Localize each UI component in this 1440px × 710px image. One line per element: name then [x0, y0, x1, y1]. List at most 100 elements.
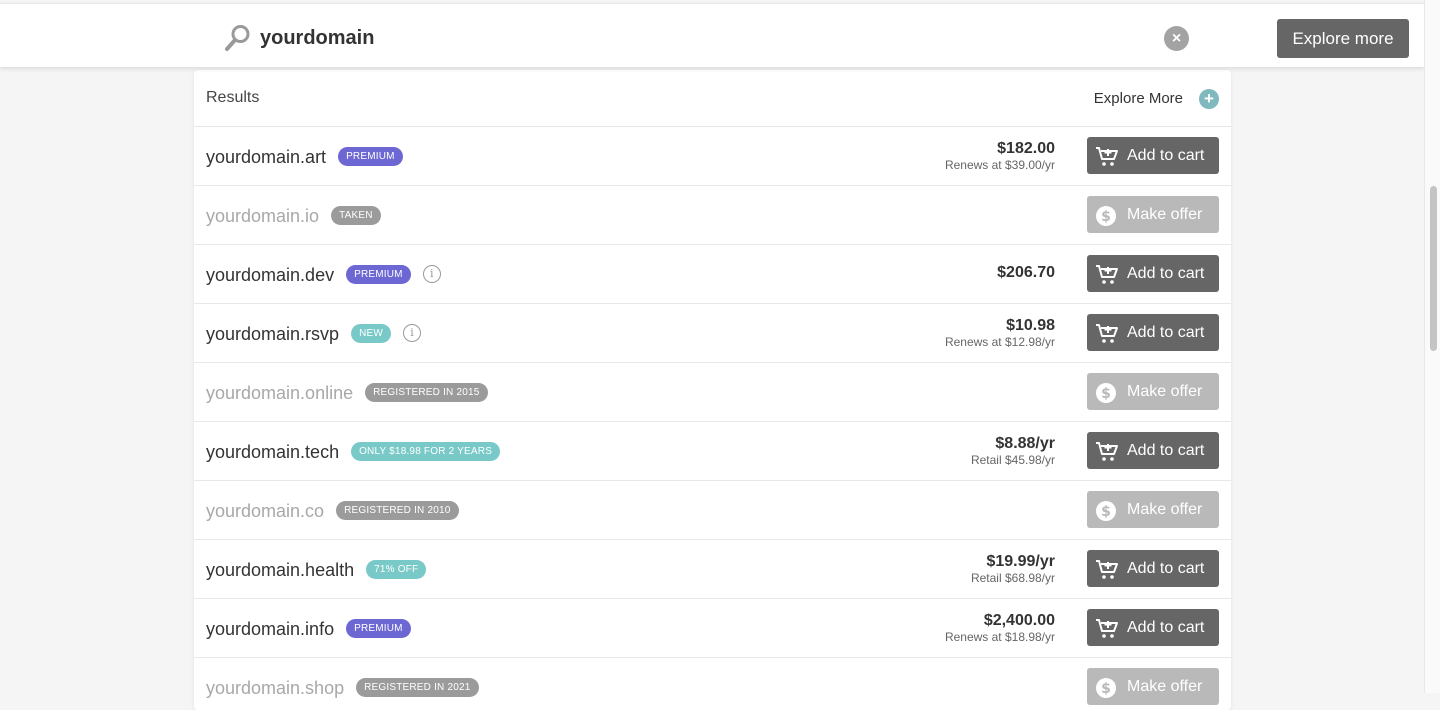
price-subtext: Retail $68.98/yr	[970, 571, 1055, 585]
domain-label: yourdomain.health	[206, 560, 355, 580]
svg-text:$: $	[1101, 209, 1111, 225]
price: $206.70	[997, 264, 1055, 281]
button-label: Add to cart	[1127, 560, 1205, 577]
status-badge: PREMIUM	[346, 618, 411, 638]
domain-row: yourdomain.online REGISTERED IN 2015 $ Make…	[194, 363, 1231, 422]
explore-more-button[interactable]: Explore more	[1277, 19, 1409, 58]
domain-label: yourdomain.dev	[206, 265, 335, 285]
domain-name[interactable]: yourdomain.dev PREMIUM i	[206, 264, 441, 286]
price-subtext: Renews at $39.00/yr	[944, 158, 1055, 172]
button-label: Make offer	[1127, 383, 1203, 400]
button-label: Add to cart	[1127, 265, 1205, 282]
domain-row: yourdomain.info PREMIUM $2,400.00 Renews at…	[194, 599, 1231, 658]
price: $2,400.00	[983, 612, 1055, 629]
status-badge: REGISTERED IN 2015	[365, 382, 488, 402]
scrollbar[interactable]	[1424, 0, 1440, 693]
results-title: Results	[206, 89, 260, 106]
price-block: $2,400.00 Renews at $18.98/yr	[945, 612, 1055, 645]
price-subtext: Renews at $18.98/yr	[944, 630, 1055, 644]
domain-row: yourdomain.tech ONLY $18.98 FOR 2 YEARS $8…	[194, 422, 1231, 481]
domain-row: yourdomain.health 71% OFF $19.99/yr Retail …	[194, 540, 1231, 599]
info-icon[interactable]: i	[422, 265, 441, 284]
price-block: $8.88/yr Retail $45.98/yr	[971, 435, 1055, 468]
dollar-coin-icon: $	[1095, 499, 1119, 521]
status-badge: 71% OFF	[366, 559, 427, 579]
results-panel: Results Explore More + yourdomain.art PRE…	[194, 70, 1231, 710]
price-subtext: Retail $45.98/yr	[970, 453, 1055, 467]
domain-name[interactable]: yourdomain.co REGISTERED IN 2010	[206, 500, 459, 522]
add-to-cart-button[interactable]: Add to cart	[1087, 550, 1219, 587]
domain-name[interactable]: yourdomain.online REGISTERED IN 2015	[206, 382, 488, 404]
button-label: Add to cart	[1127, 442, 1205, 459]
price-block: $10.98 Renews at $12.98/yr	[945, 317, 1055, 350]
cart-icon	[1095, 322, 1119, 344]
scrollbar-thumb[interactable]	[1430, 186, 1437, 351]
domain-label: yourdomain.tech	[206, 442, 340, 462]
domain-name[interactable]: yourdomain.shop REGISTERED IN 2021	[206, 677, 479, 699]
info-icon[interactable]: i	[403, 324, 421, 343]
make-offer-button[interactable]: $ Make offer	[1087, 668, 1219, 705]
domain-label: yourdomain.co	[206, 501, 325, 521]
price-block: $19.99/yr Retail $68.98/yr	[971, 553, 1055, 586]
domain-row: yourdomain.rsvp NEW i $10.98 Renews at $12.9…	[194, 304, 1231, 363]
price-subtext: Renews at $12.98/yr	[944, 335, 1055, 349]
svg-text:$: $	[1101, 504, 1111, 520]
make-offer-button[interactable]: $ Make offer	[1087, 491, 1219, 528]
plus-circle-icon[interactable]: +	[1199, 89, 1219, 109]
domain-row: yourdomain.art PREMIUM $182.00 Renews at $3…	[194, 127, 1231, 186]
price: $8.88/yr	[995, 435, 1055, 452]
make-offer-button[interactable]: $ Make offer	[1087, 373, 1219, 410]
status-badge: PREMIUM	[346, 264, 411, 284]
price: $19.99/yr	[986, 553, 1055, 570]
domain-name[interactable]: yourdomain.rsvp NEW i	[206, 323, 421, 345]
price: $10.98	[1006, 317, 1055, 334]
dollar-coin-icon: $	[1095, 676, 1119, 698]
button-label: Add to cart	[1127, 147, 1205, 164]
domain-label: yourdomain.shop	[206, 678, 345, 698]
svg-text:$: $	[1101, 681, 1111, 697]
cart-icon	[1095, 145, 1119, 167]
clear-search-button[interactable]: ×	[1164, 26, 1189, 51]
domain-name[interactable]: yourdomain.tech ONLY $18.98 FOR 2 YEARS	[206, 441, 501, 463]
cart-icon	[1095, 617, 1119, 639]
add-to-cart-button[interactable]: Add to cart	[1087, 255, 1219, 292]
cart-icon	[1095, 263, 1119, 285]
domain-label: yourdomain.info	[206, 619, 335, 639]
cart-icon	[1095, 440, 1119, 462]
svg-text:$: $	[1101, 386, 1111, 402]
explore-more-link[interactable]: Explore More	[1094, 90, 1183, 107]
search-header: yourdomain × Explore more	[0, 3, 1424, 67]
button-label: Make offer	[1127, 501, 1203, 518]
button-label: Make offer	[1127, 678, 1203, 695]
domain-name[interactable]: yourdomain.health 71% OFF	[206, 559, 427, 581]
dollar-coin-icon: $	[1095, 204, 1119, 226]
domain-name[interactable]: yourdomain.art PREMIUM	[206, 146, 403, 168]
make-offer-button[interactable]: $ Make offer	[1087, 196, 1219, 233]
cart-icon	[1095, 558, 1119, 580]
domain-label: yourdomain.io	[206, 206, 320, 226]
domain-label: yourdomain.art	[206, 147, 327, 167]
results-list: yourdomain.art PREMIUM $182.00 Renews at $3…	[194, 127, 1231, 710]
price-block: $182.00 Renews at $39.00/yr	[945, 140, 1055, 173]
status-badge: NEW	[351, 323, 391, 343]
add-to-cart-button[interactable]: Add to cart	[1087, 432, 1219, 469]
button-label: Add to cart	[1127, 324, 1205, 341]
price-block: $206.70	[997, 264, 1055, 282]
status-badge: TAKEN	[331, 205, 381, 225]
domain-label: yourdomain.rsvp	[206, 324, 340, 344]
results-header: Results Explore More +	[194, 70, 1231, 127]
add-to-cart-button[interactable]: Add to cart	[1087, 314, 1219, 351]
status-badge: REGISTERED IN 2021	[356, 677, 479, 697]
status-badge: PREMIUM	[338, 146, 403, 166]
search-input[interactable]: yourdomain	[260, 23, 374, 53]
add-to-cart-button[interactable]: Add to cart	[1087, 609, 1219, 646]
domain-name[interactable]: yourdomain.info PREMIUM	[206, 618, 411, 640]
button-label: Add to cart	[1127, 619, 1205, 636]
add-to-cart-button[interactable]: Add to cart	[1087, 137, 1219, 174]
status-badge: ONLY $18.98 FOR 2 YEARS	[351, 441, 501, 461]
status-badge: REGISTERED IN 2010	[336, 500, 459, 520]
price: $182.00	[997, 140, 1055, 157]
domain-name[interactable]: yourdomain.io TAKEN	[206, 205, 381, 227]
domain-row: yourdomain.co REGISTERED IN 2010 $ Make off…	[194, 481, 1231, 540]
domain-row: yourdomain.shop REGISTERED IN 2021 $ Make o…	[194, 658, 1231, 710]
